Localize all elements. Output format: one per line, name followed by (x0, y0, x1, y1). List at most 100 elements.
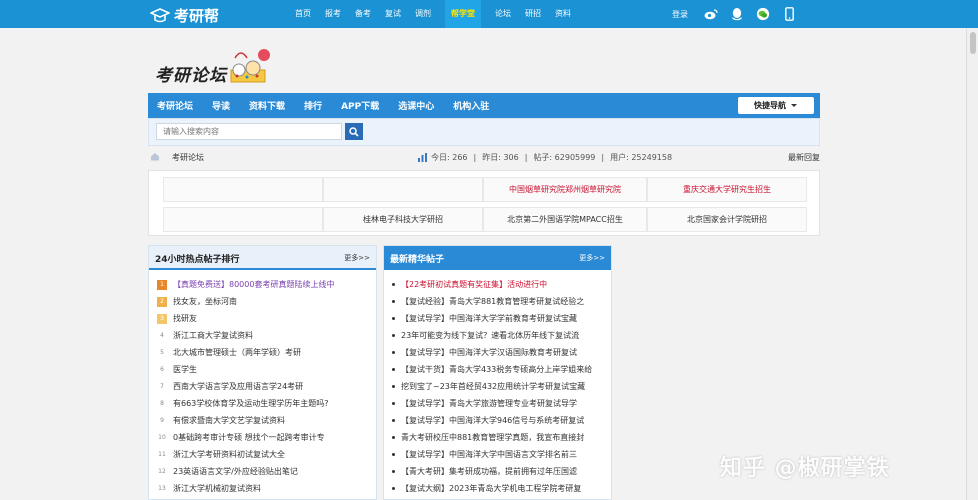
essence-post-item[interactable]: 【复试导学】中国海洋大学中国语言文学排名前三 (384, 446, 611, 463)
search-button[interactable] (345, 123, 363, 140)
essence-post-item[interactable]: 【复试经验】青岛大学881教育管理考研复试经验之 (384, 293, 611, 310)
nav-ranking[interactable]: 排行 (304, 99, 322, 112)
nav-guide[interactable]: 导读 (212, 99, 230, 112)
top-nav-apply[interactable]: 报考 (325, 0, 341, 28)
breadcrumb-current[interactable]: 考研论坛 (172, 152, 204, 163)
ad-link[interactable]: 中国烟草研究院郑州烟草研究院 (483, 177, 647, 202)
nav-forum[interactable]: 考研论坛 (157, 99, 193, 112)
essence-post-title[interactable]: 【青大考研】集考研成功福，提前拥有过年压国滤 (401, 466, 577, 477)
hot-post-item[interactable]: 8 有663学校体育学及运动生理学历年主题吗? (149, 395, 376, 412)
qq-icon[interactable] (730, 7, 744, 21)
essence-post-title[interactable]: 【22考研初试真题有奖征集】活动进行中 (401, 279, 547, 290)
scrollbar-thumb[interactable] (970, 32, 976, 54)
essence-post-title[interactable]: 【复试经验】青岛大学881教育管理考研复试经验之 (401, 296, 584, 307)
essence-post-item[interactable]: 【复试大纲】2023年青岛大学机电工程学院考研复 (384, 480, 611, 497)
hot-post-title[interactable]: 有663学校体育学及运动生理学历年主题吗? (173, 398, 329, 409)
hot-post-title[interactable]: 【真题免费送】80000套考研真题陆续上线中 (173, 279, 334, 290)
ad-link[interactable] (163, 177, 323, 202)
forum-logo[interactable]: 考研论坛 (155, 46, 271, 86)
essence-post-item[interactable]: 挖到宝了~23年首经贸432应用统计学考研复试宝藏 (384, 378, 611, 395)
hot-post-title[interactable]: 找女友，坐标河南 (173, 296, 237, 307)
rank-badge: 10 (158, 433, 166, 441)
hot-post-item[interactable]: 10 0基础跨考审计专硕 想找个一起跨考审计专 (149, 429, 376, 446)
mascot-icon (230, 49, 270, 83)
quick-nav-dropdown[interactable]: 快捷导航 (738, 97, 814, 114)
hot-post-item[interactable]: 7 西南大学语言学及应用语言学24考研 (149, 378, 376, 395)
hot-post-title[interactable]: 23英语语言文学/外应经验贴出笔记 (173, 466, 298, 477)
essence-post-item[interactable]: 【复试导学】中国海洋大学946信号与系统考研复试 (384, 412, 611, 429)
site-logo[interactable]: 考研帮 (150, 5, 219, 26)
hot-post-item[interactable]: 5 北大城市管理硕士（两年学硕）考研 (149, 344, 376, 361)
nav-downloads[interactable]: 资料下载 (249, 99, 285, 112)
bullet-icon (392, 317, 395, 320)
rank-badge: 1 (157, 279, 167, 290)
hot-post-item[interactable]: 12 23英语语言文学/外应经验贴出笔记 (149, 463, 376, 480)
nav-app-download[interactable]: APP下载 (341, 99, 379, 112)
top-nav-adjust[interactable]: 调剂 (415, 0, 431, 28)
essence-post-title[interactable]: 23年可能变为线下复试？速看北体历年线下复试流 (401, 330, 579, 341)
hot-post-title[interactable]: 有偿求暨南大学文艺学复试资料 (173, 415, 285, 426)
weibo-icon[interactable] (704, 7, 718, 21)
hot-post-title[interactable]: 浙江大学考研资料初试复试大全 (173, 449, 285, 460)
top-nav-prepare[interactable]: 备考 (355, 0, 371, 28)
rank-badge: 13 (158, 484, 166, 492)
hot-post-title[interactable]: 浙江大学机械初复试资料 (173, 483, 261, 494)
search-input[interactable]: 请输入搜索内容 (156, 123, 342, 140)
rank-badge: 7 (160, 382, 164, 390)
hot-post-title[interactable]: 医学生 (173, 364, 197, 375)
essence-post-item[interactable]: 【青大考研】集考研成功福，提前拥有过年压国滤 (384, 463, 611, 480)
hot-posts-more-link[interactable]: 更多>> (344, 253, 370, 263)
ad-link[interactable]: 北京国家会计学院研招 (647, 207, 807, 232)
essence-post-title[interactable]: 【复试导学】中国海洋大学946信号与系统考研复试 (401, 415, 584, 426)
essence-post-title[interactable]: 青大考研校压中881教育管理学真题，我宣布直接封 (401, 432, 584, 443)
hot-post-item[interactable]: 2 找女友，坐标河南 (149, 293, 376, 310)
hot-post-item[interactable]: 3 找研友 (149, 310, 376, 327)
hot-post-item[interactable]: 13 浙江大学机械初复试资料 (149, 480, 376, 497)
top-nav-materials[interactable]: 资料 (555, 0, 571, 28)
hot-post-item[interactable]: 9 有偿求暨南大学文艺学复试资料 (149, 412, 376, 429)
essence-post-item[interactable]: 【复试干货】青岛大学433税务专硕高分上岸学姐来给 (384, 361, 611, 378)
top-nav-home[interactable]: 首页 (295, 0, 311, 28)
breadcrumb-row: 考研论坛 今日: 266 | 昨日: 306 | 帖子: 62905999 | … (148, 150, 820, 166)
essence-post-item[interactable]: 【复试导学】中国海洋大学汉语国际教育考研复试 (384, 344, 611, 361)
essence-post-title[interactable]: 挖到宝了~23年首经贸432应用统计学考研复试宝藏 (401, 381, 585, 392)
wechat-icon[interactable] (756, 7, 770, 21)
hot-post-item[interactable]: 11 浙江大学考研资料初试复试大全 (149, 446, 376, 463)
essence-posts-more-link[interactable]: 更多>> (579, 253, 605, 263)
hot-post-item[interactable]: 1 【真题免费送】80000套考研真题陆续上线中 (149, 276, 376, 293)
ad-link[interactable] (323, 177, 483, 202)
home-icon[interactable] (150, 152, 160, 163)
essence-post-item[interactable]: 【复试导学】青岛大学旅游管理专业考研复试导学 (384, 395, 611, 412)
nav-institution-join[interactable]: 机构入驻 (453, 99, 489, 112)
login-link[interactable]: 登录 (672, 9, 688, 20)
essence-post-title[interactable]: 【复试干货】青岛大学433税务专硕高分上岸学姐来给 (401, 364, 592, 375)
hot-post-item[interactable]: 4 浙江工商大学复试资料 (149, 327, 376, 344)
essence-post-item[interactable]: 23年可能变为线下复试？速看北体历年线下复试流 (384, 327, 611, 344)
essence-post-title[interactable]: 【复试导学】中国海洋大学中国语言文学排名前三 (401, 449, 577, 460)
essence-post-item[interactable]: 青大考研校压中881教育管理学真题，我宣布直接封 (384, 429, 611, 446)
essence-post-title[interactable]: 【复试大纲】2023年青岛大学机电工程学院考研复 (401, 483, 581, 494)
ad-link[interactable]: 桂林电子科技大学研招 (323, 207, 483, 232)
hot-post-title[interactable]: 北大城市管理硕士（两年学硕）考研 (173, 347, 301, 358)
top-nav-retest[interactable]: 复试 (385, 0, 401, 28)
hot-post-title[interactable]: 浙江工商大学复试资料 (173, 330, 253, 341)
mobile-icon[interactable] (782, 7, 796, 21)
hot-post-title[interactable]: 找研友 (173, 313, 197, 324)
ad-link[interactable]: 重庆交通大学研究生招生 (647, 177, 807, 202)
latest-replies-link[interactable]: 最新回复 (788, 152, 820, 163)
essence-post-title[interactable]: 【复试导学】青岛大学旅游管理专业考研复试导学 (401, 398, 577, 409)
hot-post-title[interactable]: 0基础跨考审计专硕 想找个一起跨考审计专 (173, 432, 325, 443)
top-nav-bangxuetang[interactable]: 帮学堂 (445, 0, 481, 28)
hot-post-item[interactable]: 6 医学生 (149, 361, 376, 378)
scrollbar[interactable] (966, 28, 978, 500)
essence-post-title[interactable]: 【复试导学】中国海洋大学学前教育考研复试宝藏 (401, 313, 577, 324)
top-nav-admission[interactable]: 研招 (525, 0, 541, 28)
essence-post-title[interactable]: 【复试导学】中国海洋大学汉语国际教育考研复试 (401, 347, 577, 358)
quick-nav-label: 快捷导航 (754, 101, 786, 110)
hot-post-title[interactable]: 西南大学语言学及应用语言学24考研 (173, 381, 303, 392)
ad-link[interactable]: 北京第二外国语学院MPACC招生 (483, 207, 647, 232)
essence-post-item[interactable]: 【复试导学】中国海洋大学学前教育考研复试宝藏 (384, 310, 611, 327)
top-nav-forum[interactable]: 论坛 (495, 0, 511, 28)
nav-course-center[interactable]: 选课中心 (398, 99, 434, 112)
essence-post-item[interactable]: 【22考研初试真题有奖征集】活动进行中 (384, 276, 611, 293)
